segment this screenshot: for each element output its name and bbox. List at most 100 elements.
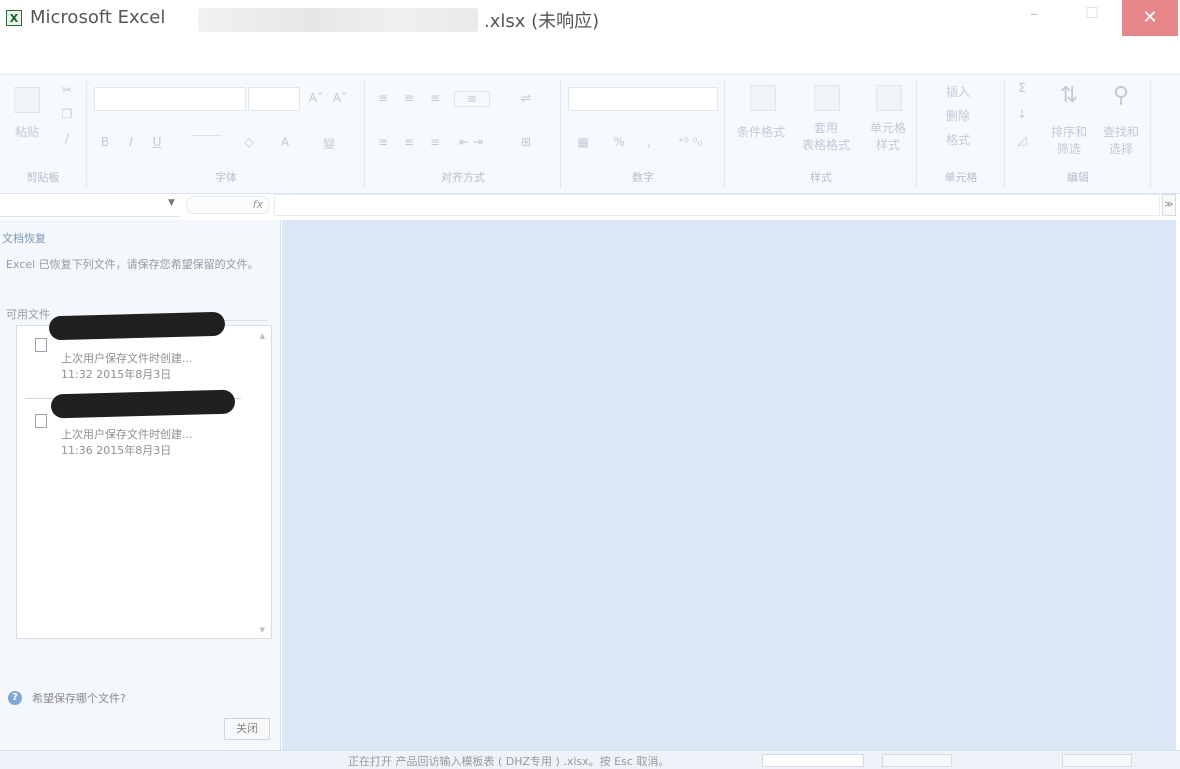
- cell-styles-icon: [876, 85, 902, 111]
- editing-group: Σ ↓ ◿ ⇅ 排序和 筛选 ⚲ 查找和 选择 编辑: [1006, 79, 1151, 189]
- sort-filter-button[interactable]: 排序和 筛选: [1044, 123, 1094, 157]
- number-group: ▦ % , ⁺⁰ ⁰₀ 数字: [562, 79, 725, 189]
- available-files-label: 可用文件: [6, 308, 50, 321]
- recovery-description: Excel 已恢复下列文件，请保存您希望保留的文件。: [6, 258, 259, 271]
- recovered-file-list[interactable]: ▲ 上次用户保存文件时创建... 11:32 2015年8月3日 上次用户保存文…: [16, 311, 272, 639]
- insert-cells-button[interactable]: 插入: [928, 83, 988, 100]
- find-select-icon: ⚲: [1112, 83, 1130, 108]
- app-title: Microsoft Excel: [30, 7, 166, 28]
- help-link[interactable]: 希望保存哪个文件?: [32, 690, 126, 706]
- styles-group-label: 样式: [810, 171, 832, 184]
- decimal-icon[interactable]: ⁺⁰ ⁰₀: [668, 135, 712, 149]
- minimize-button[interactable]: –: [1022, 4, 1046, 32]
- maximize-button[interactable]: □: [1080, 4, 1104, 32]
- bold-button[interactable]: B: [98, 135, 112, 149]
- cut-icon[interactable]: ✂: [60, 83, 74, 97]
- currency-icon[interactable]: ▦: [568, 135, 598, 149]
- phonetic-button[interactable]: 變: [320, 135, 338, 152]
- conditional-format-button[interactable]: 条件格式: [726, 123, 796, 140]
- excel-icon: X: [6, 10, 22, 26]
- recovered-file-item[interactable]: 上次用户保存文件时创建... 11:36 2015年8月3日: [17, 389, 257, 466]
- status-bar: 正在打开 产品回访输入模板表 ( DHZ专用 ) .xlsx。按 Esc 取消。: [0, 750, 1180, 769]
- delete-cells-button[interactable]: 删除: [928, 107, 988, 124]
- copy-icon[interactable]: ❐: [60, 107, 74, 121]
- workbook-area: [282, 220, 1176, 750]
- font-group: A˄ A˅ B I U ◇ A 變 字体: [88, 79, 365, 189]
- name-box-dropdown-icon[interactable]: ▼: [168, 198, 175, 208]
- cells-group-label: 单元格: [944, 171, 978, 184]
- alignment-group: ≡ ≡ ≡ ≋ ⇌ ≡ ≡ ≡ ⇤ ⇥ ⊞ 对齐方式: [366, 79, 561, 189]
- scroll-down-icon[interactable]: ▼: [260, 626, 265, 634]
- border-button[interactable]: [192, 135, 222, 136]
- fill-color-button[interactable]: ◇: [234, 135, 264, 149]
- file-description: 上次用户保存文件时创建...: [61, 428, 193, 441]
- insert-function-button[interactable]: fx: [186, 196, 270, 214]
- italic-button[interactable]: I: [124, 135, 138, 149]
- align-right-icon[interactable]: ≡: [426, 135, 444, 149]
- file-icon: [35, 414, 47, 428]
- grow-font-button[interactable]: A˄: [304, 91, 328, 105]
- view-buttons[interactable]: [882, 754, 952, 767]
- help-icon[interactable]: ?: [8, 691, 22, 705]
- name-box[interactable]: [0, 194, 180, 217]
- font-group-label: 字体: [215, 171, 237, 184]
- indent-icon[interactable]: ⇤ ⇥: [454, 135, 488, 149]
- close-window-button[interactable]: ✕: [1122, 0, 1178, 36]
- document-recovery-pane: 文档恢复 Excel 已恢复下列文件，请保存您希望保留的文件。 可用文件 ▲ 上…: [0, 220, 281, 750]
- loading-progress-bar: [762, 754, 864, 767]
- percent-button[interactable]: %: [612, 135, 626, 149]
- cell-styles-button[interactable]: 单元格 样式: [860, 119, 916, 153]
- wrap-text-icon[interactable]: ⇌: [516, 91, 536, 105]
- align-top-icon[interactable]: ≡: [374, 91, 392, 105]
- ribbon: 粘贴 ✂ ❐ / 剪贴板 A˄ A˅ B I U ◇ A 變 字体 ≡ ≡ ≡ …: [0, 74, 1180, 194]
- comma-button[interactable]: ,: [642, 135, 656, 149]
- file-icon: [35, 338, 47, 352]
- recovered-file-item[interactable]: 上次用户保存文件时创建... 11:32 2015年8月3日: [17, 311, 257, 390]
- font-size-select[interactable]: [248, 87, 300, 111]
- number-group-label: 数字: [632, 171, 654, 184]
- recovery-pane-title: 文档恢复: [2, 232, 46, 245]
- align-middle-icon[interactable]: ≡: [400, 91, 418, 105]
- styles-group: 条件格式 套用 表格格式 单元格 样式 样式: [726, 79, 917, 189]
- merge-icon[interactable]: ⊞: [516, 135, 536, 149]
- align-left-icon[interactable]: ≡: [374, 135, 392, 149]
- scroll-up-icon[interactable]: ▲: [260, 332, 265, 340]
- underline-button[interactable]: U: [150, 135, 164, 149]
- clear-icon[interactable]: ◿: [1014, 133, 1030, 147]
- file-timestamp: 11:32 2015年8月3日: [61, 368, 172, 381]
- table-format-icon: [814, 85, 840, 111]
- title-bar: X Microsoft Excel .xlsx (未响应) – □ ✕: [0, 0, 1180, 38]
- formula-input[interactable]: [274, 194, 1160, 216]
- align-bottom-icon[interactable]: ≡: [426, 91, 444, 105]
- redacted-filename: [48, 311, 226, 341]
- paste-icon: [14, 87, 40, 113]
- table-format-button[interactable]: 套用 表格格式: [796, 119, 856, 153]
- clipboard-group: 粘贴 ✂ ❐ / 剪贴板: [0, 79, 87, 189]
- paste-button[interactable]: 粘贴: [10, 123, 44, 140]
- expand-formula-bar-button[interactable]: ≫: [1162, 194, 1176, 216]
- blurred-filename: [198, 8, 478, 32]
- format-painter-icon[interactable]: /: [60, 131, 74, 145]
- zoom-slider[interactable]: [1062, 754, 1132, 767]
- cells-group: 插入 删除 格式 单元格: [918, 79, 1005, 189]
- file-timestamp: 11:36 2015年8月3日: [61, 444, 172, 457]
- file-description: 上次用户保存文件时创建...: [61, 352, 193, 365]
- shrink-font-button[interactable]: A˅: [328, 91, 352, 105]
- font-color-button[interactable]: A: [278, 135, 292, 149]
- autosum-button[interactable]: Σ: [1014, 81, 1030, 95]
- fill-icon[interactable]: ↓: [1014, 107, 1030, 121]
- editing-group-label: 编辑: [1067, 171, 1089, 184]
- find-select-button[interactable]: 查找和 选择: [1096, 123, 1146, 157]
- redacted-filename: [50, 389, 236, 419]
- font-name-select[interactable]: [94, 87, 246, 111]
- status-text: 正在打开 产品回访输入模板表 ( DHZ专用 ) .xlsx。按 Esc 取消。: [348, 755, 670, 768]
- sort-filter-icon: ⇅: [1059, 83, 1079, 108]
- orientation-icon[interactable]: ≋: [454, 91, 490, 107]
- file-title: .xlsx (未响应): [484, 11, 600, 32]
- close-pane-button[interactable]: 关闭: [224, 718, 270, 740]
- alignment-group-label: 对齐方式: [441, 171, 485, 184]
- format-cells-button[interactable]: 格式: [928, 131, 988, 148]
- number-format-select[interactable]: [568, 87, 718, 111]
- align-center-icon[interactable]: ≡: [400, 135, 418, 149]
- clipboard-group-label: 剪贴板: [26, 171, 60, 184]
